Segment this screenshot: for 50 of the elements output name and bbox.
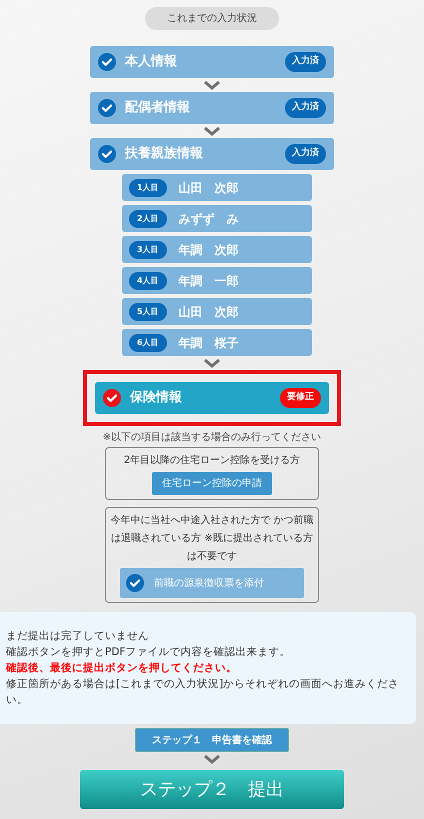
chevron-down-icon <box>203 126 221 136</box>
notice-text: 確認ボタンを押すとPDFファイルで内容を確認出来ます。 <box>6 645 292 660</box>
dependent-item[interactable]: 5人目 山田 次郎 <box>122 298 312 325</box>
status-badge: 入力済 <box>285 98 326 118</box>
optional-note: ※以下の項目は該当する場合のみ行ってください <box>102 430 322 445</box>
section-title: 保険情報 <box>130 389 183 408</box>
ordinal-badge: 1人目 <box>129 178 167 196</box>
check-icon <box>126 574 144 592</box>
check-icon <box>98 99 116 117</box>
section-title: 配偶者情報 <box>125 99 191 118</box>
check-icon <box>103 389 121 407</box>
ordinal-badge: 6人目 <box>129 334 167 352</box>
ordinal-badge: 4人目 <box>129 272 167 290</box>
status-badge: 要修正 <box>280 388 321 408</box>
dependent-item[interactable]: 4人目 年調 一郎 <box>122 267 312 294</box>
optional-description: 今年中に当社へ中途入社された方で かつ前職は退職されている方 ※既に提出されている方は不要です <box>110 514 314 564</box>
optional-description: 2年目以降の住宅ローン控除を受ける方 <box>124 454 300 468</box>
section-item[interactable]: 扶養親族情報 入力済 <box>90 138 334 170</box>
check-icon <box>98 145 116 163</box>
section-item[interactable]: 配偶者情報 入力済 <box>90 92 334 124</box>
warning-text: 確認後、最後に提出ボタンを押してください。 <box>6 661 238 676</box>
apply-button[interactable]: 住宅ローン控除の申請 <box>152 472 272 495</box>
dependent-item[interactable]: 6人目 年調 桜子 <box>122 329 312 356</box>
dependent-name: 年調 桜子 <box>178 334 239 352</box>
dependent-name: 山田 次郎 <box>178 180 239 196</box>
attach-label: 前職の源泉徴収票を添付 <box>154 576 264 590</box>
chevron-down-icon <box>203 754 221 764</box>
section-item[interactable]: 保険情報 要修正 <box>95 382 329 414</box>
dependent-item[interactable]: 1人目 山田 次郎 <box>122 174 312 201</box>
ordinal-badge: 2人目 <box>129 210 167 228</box>
notice-text: まだ提出は完了していません <box>6 629 150 644</box>
status-heading: これまでの入力状況 <box>145 7 279 30</box>
ordinal-badge: 3人目 <box>129 240 167 258</box>
chevron-down-icon <box>203 80 221 90</box>
dependent-item[interactable]: 3人目 年調 次郎 <box>122 236 312 263</box>
section-title: 扶養親族情報 <box>125 144 204 164</box>
section-title: 本人情報 <box>125 53 178 72</box>
step1-button[interactable]: ステップ１ 申告書を確認 <box>135 728 289 752</box>
section-item[interactable]: 本人情報 入力済 <box>90 46 334 78</box>
dependent-name: 年調 一郎 <box>178 272 239 290</box>
ordinal-badge: 5人目 <box>129 302 167 320</box>
dependent-name: 山田 次郎 <box>178 304 239 320</box>
status-badge: 入力済 <box>285 52 326 72</box>
check-icon <box>98 53 116 71</box>
dependent-name: みずず み <box>178 210 239 228</box>
status-badge: 入力済 <box>285 144 326 164</box>
dependent-item[interactable]: 2人目 みずず み <box>122 205 312 232</box>
dependent-name: 年調 次郎 <box>178 242 239 258</box>
chevron-down-icon <box>203 358 221 368</box>
notice-text: 修正箇所がある場合は[これまでの入力状況]からそれぞれの画面へお進みください。 <box>6 677 400 708</box>
